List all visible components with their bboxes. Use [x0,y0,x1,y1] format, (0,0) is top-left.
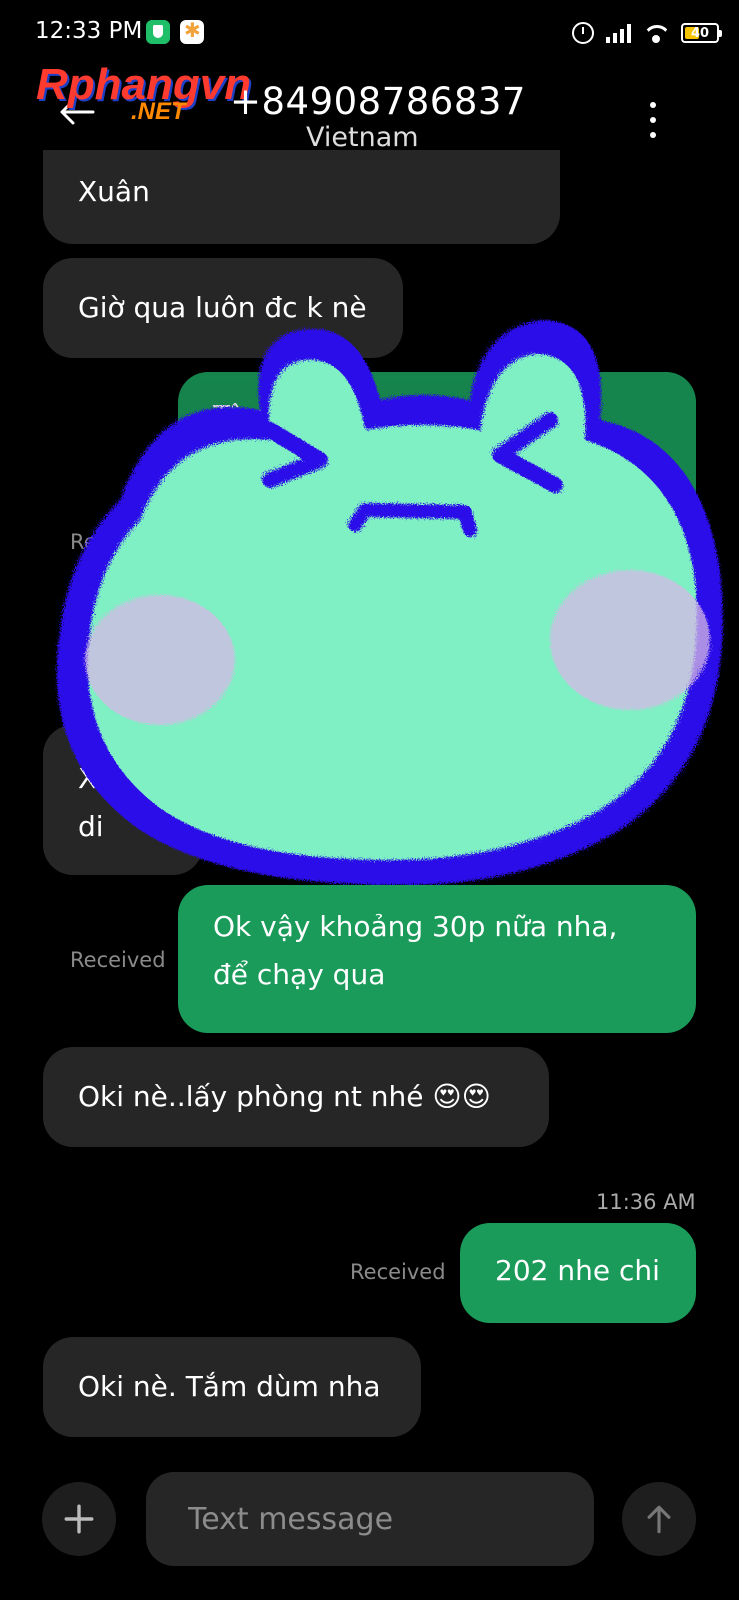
message-incoming[interactable]: Giờ qua luôn đc k nè [43,258,403,358]
more-vert-icon [650,102,656,108]
message-text: Xo... di [78,762,141,843]
signal-icon [606,23,631,43]
plus-icon [64,1504,94,1534]
message-incoming[interactable]: Oki nè..lấy phòng nt nhé 😍😍 [43,1047,549,1147]
message-text: Giờ qua luôn đc k nè [78,291,367,324]
contact-phone: +84908786837 [230,80,526,123]
message-incoming[interactable]: Xo... di [43,725,203,875]
message-text: Oki nè..lấy phòng nt nhé 😍😍 [78,1080,491,1113]
message-status: Received [350,1260,446,1284]
message-outgoing[interactable]: Tô nhà gần ... Chị [178,372,696,542]
message-text: Oki nè. Tắm dùm nha [78,1370,381,1403]
alarm-icon [572,22,594,44]
contact-country: Vietnam [306,122,419,153]
message-outgoing[interactable]: 202 nhe chi [460,1223,696,1323]
message-incoming[interactable]: Xuân [43,150,560,244]
message-status: Received [70,530,166,554]
status-indicators: 40 [572,18,722,48]
status-bar: 12:33 PM 40 [0,0,739,60]
photos-icon [180,18,204,44]
message-incoming[interactable]: Oki nè. Tắm dùm nha [43,1337,421,1437]
watermark-line2: .NET [131,98,186,125]
shield-icon [146,20,170,44]
battery-icon: 40 [681,23,722,43]
message-timestamp: 11:36 AM [596,1190,696,1214]
wifi-icon [643,23,669,43]
more-options-button[interactable] [647,102,659,138]
message-text: 202 nhe chi [495,1254,660,1287]
arrow-up-icon [647,1505,671,1534]
status-time: 12:33 PM [35,18,143,44]
send-button[interactable] [622,1482,696,1556]
message-outgoing[interactable]: Ok vậy khoảng 30p nữa nha, để chạy qua [178,885,696,1033]
message-text: Tô nhà gần ... Chị [213,399,457,432]
message-input[interactable] [146,1472,594,1566]
message-text: Xuân [78,175,150,208]
add-attachment-button[interactable] [42,1482,116,1556]
battery-level: 40 [690,25,710,41]
message-text: Ok vậy khoảng 30p nữa nha, để chạy qua [213,910,618,991]
message-composer [0,1460,739,1580]
message-status: Received [70,948,166,972]
